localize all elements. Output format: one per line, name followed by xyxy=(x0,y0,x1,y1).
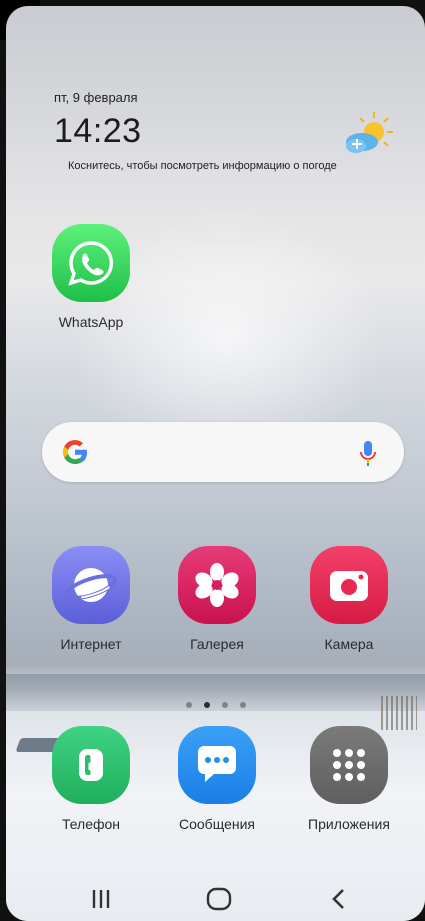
flower-icon[interactable] xyxy=(178,546,256,624)
app-messages[interactable]: Сообщения xyxy=(172,726,262,832)
page-indicator[interactable] xyxy=(186,702,246,708)
navigation-bar xyxy=(6,872,425,921)
date-label[interactable]: пт, 9 февраля xyxy=(54,90,138,105)
app-phone[interactable]: Телефон xyxy=(46,726,136,832)
app-internet[interactable]: Интернет xyxy=(46,546,136,652)
app-label: Телефон xyxy=(61,816,121,832)
app-label: Камера xyxy=(324,636,374,652)
home-screen: пт, 9 февраля 14:23 Коснитесь, чтобы пос… xyxy=(6,6,425,921)
chat-bubble-icon[interactable] xyxy=(178,726,256,804)
app-whatsapp[interactable]: WhatsApp xyxy=(46,224,136,330)
clock-time[interactable]: 14:23 xyxy=(54,112,142,151)
app-label: Интернет xyxy=(60,636,122,652)
phone-icon[interactable] xyxy=(52,726,130,804)
app-label: Приложения xyxy=(308,816,390,832)
google-search-bar[interactable] xyxy=(42,422,404,482)
page-dot[interactable] xyxy=(240,702,246,708)
camera-icon[interactable] xyxy=(310,546,388,624)
app-label: Галерея xyxy=(190,636,244,652)
wallpaper-reeds xyxy=(381,696,417,730)
whatsapp-icon[interactable] xyxy=(52,224,130,302)
app-gallery[interactable]: Галерея xyxy=(172,546,262,652)
page-dot-active[interactable] xyxy=(204,702,210,708)
app-drawer[interactable]: Приложения xyxy=(304,726,394,832)
home-icon[interactable] xyxy=(205,886,233,917)
back-icon[interactable] xyxy=(328,886,350,917)
google-g-icon[interactable] xyxy=(60,437,90,467)
app-camera[interactable]: Камера xyxy=(304,546,394,652)
partly-cloudy-sun-icon[interactable] xyxy=(342,110,394,156)
page-dot[interactable] xyxy=(222,702,228,708)
recents-icon[interactable] xyxy=(88,886,114,917)
mic-icon[interactable] xyxy=(358,439,378,467)
weather-hint-text[interactable]: Коснитесь, чтобы посмотреть информацию о… xyxy=(68,160,337,172)
page-dot[interactable] xyxy=(186,702,192,708)
app-label: Сообщения xyxy=(179,816,255,832)
grid-icon[interactable] xyxy=(310,726,388,804)
app-label: WhatsApp xyxy=(58,314,124,330)
planet-icon[interactable] xyxy=(52,546,130,624)
